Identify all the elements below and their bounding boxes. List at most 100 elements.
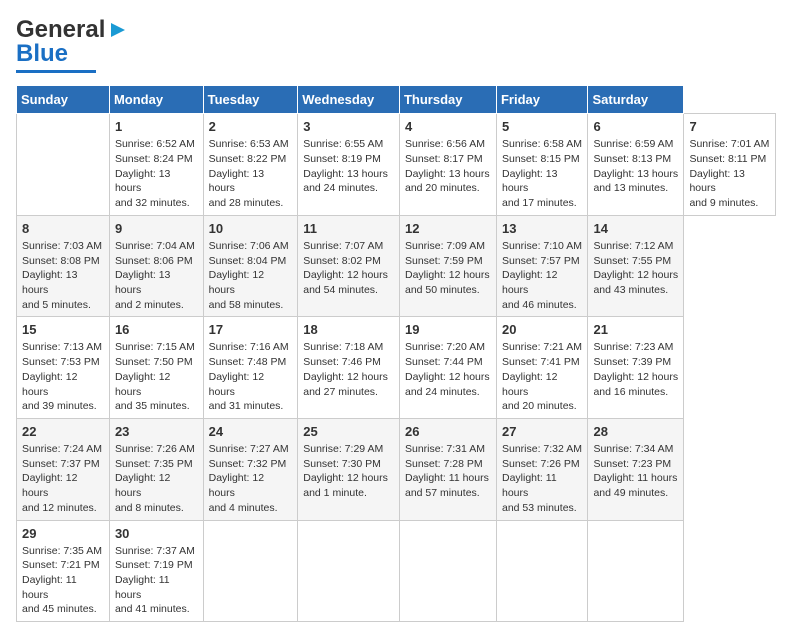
day-info: Sunrise: 6:58 AMSunset: 8:15 PMDaylight:…: [502, 137, 582, 210]
day-info: Sunrise: 7:20 AMSunset: 7:44 PMDaylight:…: [405, 340, 491, 399]
day-number: 28: [593, 423, 678, 441]
calendar-cell: [17, 114, 110, 216]
logo: General Blue: [16, 16, 129, 73]
calendar-header-row: SundayMondayTuesdayWednesdayThursdayFrid…: [17, 86, 776, 114]
day-number: 25: [303, 423, 394, 441]
day-number: 8: [22, 220, 104, 238]
day-info: Sunrise: 7:23 AMSunset: 7:39 PMDaylight:…: [593, 340, 678, 399]
calendar-cell: 7Sunrise: 7:01 AMSunset: 8:11 PMDaylight…: [684, 114, 776, 216]
calendar-cell: [298, 520, 400, 622]
calendar-cell: 23Sunrise: 7:26 AMSunset: 7:35 PMDayligh…: [109, 418, 203, 520]
day-number: 13: [502, 220, 582, 238]
day-info: Sunrise: 6:55 AMSunset: 8:19 PMDaylight:…: [303, 137, 394, 196]
calendar-week-row: 22Sunrise: 7:24 AMSunset: 7:37 PMDayligh…: [17, 418, 776, 520]
day-number: 11: [303, 220, 394, 238]
calendar-cell: 21Sunrise: 7:23 AMSunset: 7:39 PMDayligh…: [588, 317, 684, 419]
day-info: Sunrise: 7:26 AMSunset: 7:35 PMDaylight:…: [115, 442, 198, 515]
calendar-cell: 20Sunrise: 7:21 AMSunset: 7:41 PMDayligh…: [496, 317, 587, 419]
day-number: 6: [593, 118, 678, 136]
day-number: 24: [209, 423, 293, 441]
calendar-cell: 9Sunrise: 7:04 AMSunset: 8:06 PMDaylight…: [109, 215, 203, 317]
calendar-week-row: 8Sunrise: 7:03 AMSunset: 8:08 PMDaylight…: [17, 215, 776, 317]
day-info: Sunrise: 7:10 AMSunset: 7:57 PMDaylight:…: [502, 239, 582, 312]
day-number: 9: [115, 220, 198, 238]
day-info: Sunrise: 7:15 AMSunset: 7:50 PMDaylight:…: [115, 340, 198, 413]
calendar-cell: 5Sunrise: 6:58 AMSunset: 8:15 PMDaylight…: [496, 114, 587, 216]
day-number: 12: [405, 220, 491, 238]
calendar-cell: 2Sunrise: 6:53 AMSunset: 8:22 PMDaylight…: [203, 114, 298, 216]
day-info: Sunrise: 7:18 AMSunset: 7:46 PMDaylight:…: [303, 340, 394, 399]
day-info: Sunrise: 7:24 AMSunset: 7:37 PMDaylight:…: [22, 442, 104, 515]
calendar-cell: 24Sunrise: 7:27 AMSunset: 7:32 PMDayligh…: [203, 418, 298, 520]
calendar-cell: 25Sunrise: 7:29 AMSunset: 7:30 PMDayligh…: [298, 418, 400, 520]
day-number: 30: [115, 525, 198, 543]
day-number: 16: [115, 321, 198, 339]
page-header: General Blue: [16, 16, 776, 73]
calendar-cell: 19Sunrise: 7:20 AMSunset: 7:44 PMDayligh…: [399, 317, 496, 419]
day-number: 15: [22, 321, 104, 339]
calendar-cell: 8Sunrise: 7:03 AMSunset: 8:08 PMDaylight…: [17, 215, 110, 317]
weekday-header: Tuesday: [203, 86, 298, 114]
calendar-cell: 3Sunrise: 6:55 AMSunset: 8:19 PMDaylight…: [298, 114, 400, 216]
day-info: Sunrise: 7:32 AMSunset: 7:26 PMDaylight:…: [502, 442, 582, 515]
day-info: Sunrise: 7:13 AMSunset: 7:53 PMDaylight:…: [22, 340, 104, 413]
logo-underline: [16, 70, 96, 73]
day-number: 27: [502, 423, 582, 441]
calendar-cell: 10Sunrise: 7:06 AMSunset: 8:04 PMDayligh…: [203, 215, 298, 317]
weekday-header: Saturday: [588, 86, 684, 114]
calendar-cell: [496, 520, 587, 622]
day-info: Sunrise: 6:52 AMSunset: 8:24 PMDaylight:…: [115, 137, 198, 210]
day-info: Sunrise: 7:03 AMSunset: 8:08 PMDaylight:…: [22, 239, 104, 312]
day-info: Sunrise: 7:12 AMSunset: 7:55 PMDaylight:…: [593, 239, 678, 298]
calendar-cell: 22Sunrise: 7:24 AMSunset: 7:37 PMDayligh…: [17, 418, 110, 520]
calendar-cell: 1Sunrise: 6:52 AMSunset: 8:24 PMDaylight…: [109, 114, 203, 216]
calendar-cell: 11Sunrise: 7:07 AMSunset: 8:02 PMDayligh…: [298, 215, 400, 317]
weekday-header: Friday: [496, 86, 587, 114]
day-number: 2: [209, 118, 293, 136]
day-number: 4: [405, 118, 491, 136]
day-number: 23: [115, 423, 198, 441]
calendar-cell: 30Sunrise: 7:37 AMSunset: 7:19 PMDayligh…: [109, 520, 203, 622]
day-info: Sunrise: 7:07 AMSunset: 8:02 PMDaylight:…: [303, 239, 394, 298]
calendar-cell: 28Sunrise: 7:34 AMSunset: 7:23 PMDayligh…: [588, 418, 684, 520]
weekday-header: Sunday: [17, 86, 110, 114]
day-info: Sunrise: 7:29 AMSunset: 7:30 PMDaylight:…: [303, 442, 394, 501]
day-info: Sunrise: 7:27 AMSunset: 7:32 PMDaylight:…: [209, 442, 293, 515]
logo-arrow-icon: [107, 19, 129, 41]
calendar-cell: 29Sunrise: 7:35 AMSunset: 7:21 PMDayligh…: [17, 520, 110, 622]
day-info: Sunrise: 7:09 AMSunset: 7:59 PMDaylight:…: [405, 239, 491, 298]
day-number: 26: [405, 423, 491, 441]
day-number: 7: [689, 118, 770, 136]
calendar-week-row: 15Sunrise: 7:13 AMSunset: 7:53 PMDayligh…: [17, 317, 776, 419]
weekday-header: Monday: [109, 86, 203, 114]
calendar-week-row: 29Sunrise: 7:35 AMSunset: 7:21 PMDayligh…: [17, 520, 776, 622]
day-number: 3: [303, 118, 394, 136]
day-number: 17: [209, 321, 293, 339]
calendar-week-row: 1Sunrise: 6:52 AMSunset: 8:24 PMDaylight…: [17, 114, 776, 216]
day-info: Sunrise: 7:37 AMSunset: 7:19 PMDaylight:…: [115, 544, 198, 617]
calendar-cell: 27Sunrise: 7:32 AMSunset: 7:26 PMDayligh…: [496, 418, 587, 520]
calendar-cell: 26Sunrise: 7:31 AMSunset: 7:28 PMDayligh…: [399, 418, 496, 520]
day-number: 22: [22, 423, 104, 441]
day-number: 18: [303, 321, 394, 339]
day-number: 1: [115, 118, 198, 136]
calendar-cell: 16Sunrise: 7:15 AMSunset: 7:50 PMDayligh…: [109, 317, 203, 419]
day-number: 20: [502, 321, 582, 339]
day-info: Sunrise: 7:35 AMSunset: 7:21 PMDaylight:…: [22, 544, 104, 617]
day-number: 14: [593, 220, 678, 238]
calendar-cell: 12Sunrise: 7:09 AMSunset: 7:59 PMDayligh…: [399, 215, 496, 317]
day-info: Sunrise: 7:16 AMSunset: 7:48 PMDaylight:…: [209, 340, 293, 413]
calendar-cell: 4Sunrise: 6:56 AMSunset: 8:17 PMDaylight…: [399, 114, 496, 216]
day-info: Sunrise: 7:21 AMSunset: 7:41 PMDaylight:…: [502, 340, 582, 413]
calendar-cell: [588, 520, 684, 622]
weekday-header: Thursday: [399, 86, 496, 114]
calendar-cell: [203, 520, 298, 622]
calendar-cell: 14Sunrise: 7:12 AMSunset: 7:55 PMDayligh…: [588, 215, 684, 317]
day-number: 29: [22, 525, 104, 543]
calendar-cell: 13Sunrise: 7:10 AMSunset: 7:57 PMDayligh…: [496, 215, 587, 317]
day-info: Sunrise: 6:56 AMSunset: 8:17 PMDaylight:…: [405, 137, 491, 196]
calendar-table: SundayMondayTuesdayWednesdayThursdayFrid…: [16, 85, 776, 622]
day-number: 10: [209, 220, 293, 238]
weekday-header: Wednesday: [298, 86, 400, 114]
logo-blue: Blue: [16, 40, 68, 68]
